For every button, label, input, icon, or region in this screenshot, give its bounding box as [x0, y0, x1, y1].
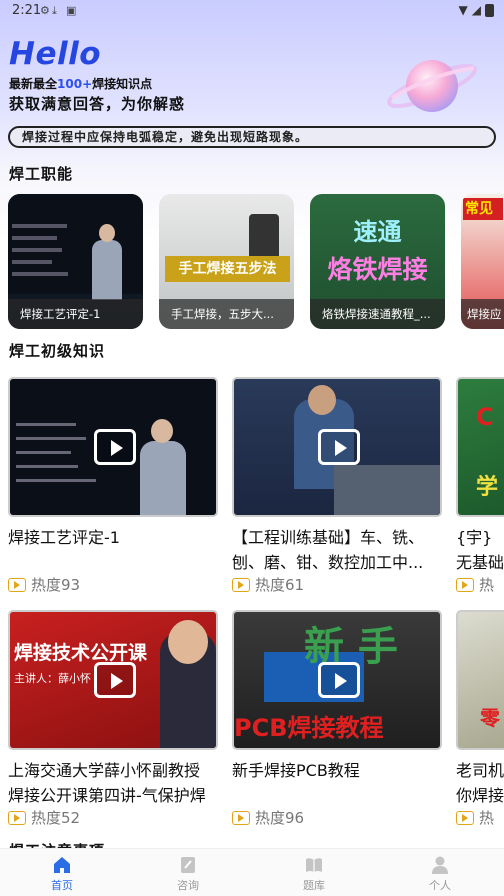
video-title: 【工程训练基础】车、铣、 刨、磨、钳、数控加工中...: [232, 528, 425, 572]
video-thumbnail[interactable]: 焊接技术公开课 主讲人：薛小怀: [8, 610, 218, 750]
video-title: 老司机 你焊接: [456, 761, 504, 805]
career-card-caption: 烙铁焊接速通教程_...: [310, 299, 445, 329]
career-card[interactable]: 手工焊接五步法 手工焊接，五步大...: [159, 194, 294, 329]
career-card-caption: 焊接工艺评定-1: [8, 299, 143, 329]
section-title-career: 焊工职能: [9, 165, 74, 183]
video-overlay-name: 主讲人：薛小怀: [14, 672, 91, 685]
heat-icon: [8, 810, 26, 825]
video-heat: 热度96: [232, 807, 304, 828]
career-card-overlay: 手工焊接五步法: [165, 256, 290, 282]
download-icon: ⤓: [52, 4, 57, 17]
tab-home[interactable]: 首页: [32, 855, 92, 893]
person-icon: [432, 856, 448, 874]
play-icon[interactable]: [94, 662, 136, 698]
career-card[interactable]: 焊接工艺评定-1: [8, 194, 143, 329]
video-thumbnail[interactable]: [8, 377, 218, 517]
tab-consult[interactable]: 咨询: [158, 855, 218, 893]
notification-icon: ▣: [66, 4, 77, 17]
tab-profile[interactable]: 个人: [410, 855, 470, 893]
heat-icon: [232, 810, 250, 825]
heat-icon: [8, 577, 26, 592]
video-heat: 热度61: [232, 574, 304, 595]
career-card-overlay: 速通: [353, 218, 402, 246]
signal-icon: ◢: [471, 3, 481, 17]
video-overlay-subtitle: PCB焊接教程: [234, 714, 384, 742]
play-icon[interactable]: [94, 429, 136, 465]
video-heat: 热: [456, 807, 494, 828]
video-thumbnail[interactable]: C 学: [456, 377, 504, 517]
video-card[interactable]: 【工程训练基础】车、铣、 刨、磨、钳、数控加工中... 热度61: [232, 377, 442, 594]
video-card[interactable]: 新 手 PCB焊接教程 新手焊接PCB教程 热度96: [232, 610, 442, 827]
section-title-basic: 焊工初级知识: [9, 342, 106, 360]
settings-icon: ⚙: [40, 4, 50, 17]
video-heat: 热度52: [8, 807, 80, 828]
video-card[interactable]: 零 老司机 你焊接 热: [456, 610, 504, 827]
home-icon: [54, 857, 70, 873]
wifi-icon: ▼: [458, 3, 468, 17]
video-thumbnail[interactable]: [232, 377, 442, 517]
video-thumbnail[interactable]: 新 手 PCB焊接教程: [232, 610, 442, 750]
note-icon: [181, 857, 195, 873]
career-card-overlay: 烙铁焊接: [327, 255, 428, 284]
video-heat: 热度93: [8, 574, 80, 595]
heat-icon: [456, 577, 474, 592]
career-card-caption: 手工焊接，五步大...: [159, 299, 294, 329]
status-bar: 2:21 ⚙ ⤓ ▣ ▼ ◢: [0, 0, 504, 22]
planet-illustration: [387, 60, 477, 112]
book-icon: [306, 858, 322, 872]
video-title: 上海交通大学薛小怀副教授 焊接公开课第四讲-气保护焊: [8, 761, 206, 805]
heat-icon: [456, 810, 474, 825]
video-overlay-title: 焊接技术公开课: [14, 642, 148, 664]
video-title: 焊接工艺评定-1: [8, 528, 120, 547]
heat-icon: [232, 577, 250, 592]
tip-banner[interactable]: 焊接过程中应保持电弧稳定，避免出现短路现象。: [8, 126, 496, 148]
header-tagline: 获取满意回答，为你解惑: [9, 95, 186, 113]
video-heat: 热: [456, 574, 494, 595]
video-card[interactable]: 焊接工艺评定-1 热度93: [8, 377, 218, 594]
status-time: 2:21: [12, 3, 42, 18]
hello-title: Hello: [9, 36, 102, 72]
play-icon[interactable]: [318, 662, 360, 698]
career-card[interactable]: 常见 焊接应: [461, 194, 504, 329]
status-icons: ▼ ◢: [459, 3, 494, 17]
video-title: 新手焊接PCB教程: [232, 761, 360, 780]
tab-question-bank[interactable]: 题库: [284, 855, 344, 893]
video-card[interactable]: C 学 {宇} 无基础 热: [456, 377, 504, 594]
play-icon[interactable]: [318, 429, 360, 465]
battery-icon: [485, 3, 494, 17]
header-subtitle: 最新最全100+焊接知识点: [9, 77, 153, 91]
career-card[interactable]: 速通 烙铁焊接 烙铁焊接速通教程_...: [310, 194, 445, 329]
career-card-overlay: 常见: [463, 198, 503, 220]
video-title: {宇} 无基础: [456, 528, 504, 572]
career-card-caption: 焊接应: [461, 299, 504, 329]
bottom-tab-bar: 首页 咨询 题库 个人: [0, 848, 504, 896]
video-thumbnail[interactable]: 零: [456, 610, 504, 750]
video-card[interactable]: 焊接技术公开课 主讲人：薛小怀 上海交通大学薛小怀副教授 焊接公开课第四讲-气保…: [8, 610, 218, 827]
